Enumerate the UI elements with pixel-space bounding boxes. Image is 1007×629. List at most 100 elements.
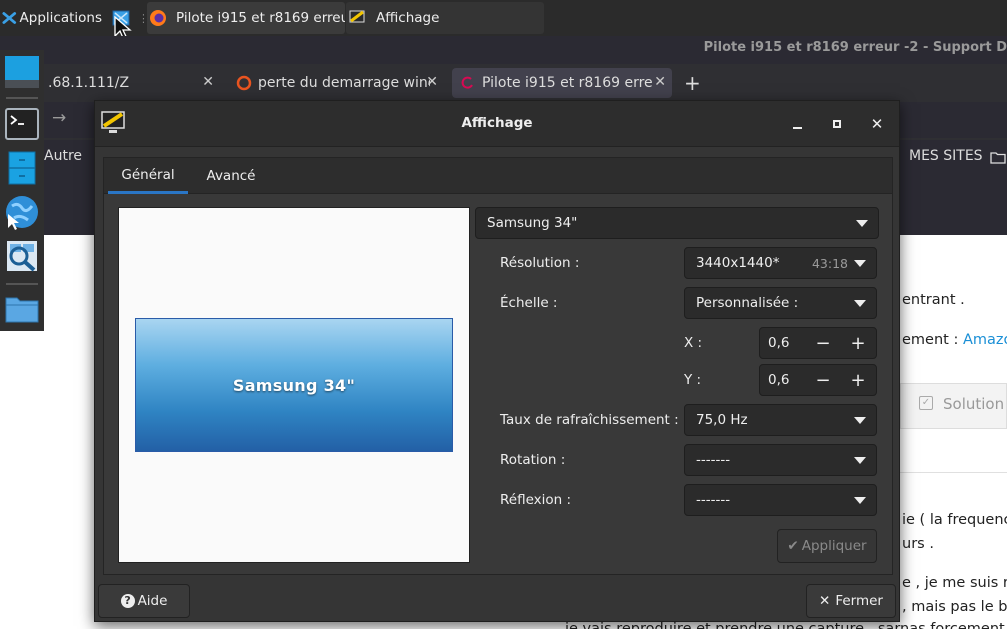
scale-value: Personnalisée :: [696, 295, 799, 311]
help-icon: ?: [120, 594, 135, 608]
apply-button[interactable]: ✔ Appliquer: [777, 529, 877, 563]
refresh-rate-select[interactable]: 75,0 Hz: [684, 404, 877, 436]
monitor-preview-area: Samsung 34": [118, 207, 470, 563]
terminal-icon[interactable]: [4, 106, 40, 142]
close-icon: ✕: [870, 115, 884, 133]
close-icon[interactable]: ✕: [202, 74, 214, 90]
forward-icon[interactable]: →: [52, 108, 66, 128]
browser-tab-label: .68.1.111/Z: [48, 75, 130, 91]
dialog-header: Affichage ✕: [95, 101, 899, 147]
scale-x-value[interactable]: 0,6: [768, 335, 789, 351]
browser-tab-label: Pilote i915 et r8169 erreu: [482, 75, 652, 91]
tab-strip: Général Avancé: [104, 158, 892, 194]
increment-button[interactable]: +: [841, 328, 875, 358]
scale-select[interactable]: Personnalisée :: [684, 287, 877, 319]
new-tab-button[interactable]: +: [684, 68, 706, 98]
scale-x-label: X :: [684, 335, 703, 351]
reflection-value: -------: [696, 492, 731, 508]
refresh-rate-value: 75,0 Hz: [696, 412, 748, 428]
chevron-down-icon: [854, 300, 866, 307]
browser-window-title: Pilote i915 et r8169 erreur -2 - Support…: [703, 40, 1007, 55]
solution-label: Solution: [943, 395, 1005, 413]
dialog-title: Affichage: [461, 115, 533, 131]
dock-separator: [6, 97, 38, 99]
bookmark-other[interactable]: Autre: [44, 148, 82, 164]
applications-label: Applications: [19, 10, 102, 26]
firefox-icon: [150, 10, 166, 26]
panel-separator-handle: ⋮: [138, 11, 144, 25]
page-text-line: ie ( la frequence: [902, 512, 1007, 528]
chevron-down-icon: [854, 260, 866, 267]
minimize-button[interactable]: [786, 113, 808, 135]
refresh-rate-label: Taux de rafraîchissement :: [500, 412, 679, 428]
checkmark-icon: ✔: [787, 538, 799, 554]
decrement-button[interactable]: −: [806, 365, 840, 395]
maximize-icon: [833, 120, 841, 128]
page-text-line: , mais pas le bur: [902, 599, 1007, 615]
page-text-line: ement : Amazon: [902, 332, 1007, 348]
dock-panel: [0, 50, 44, 331]
taskbar-item-label: Pilote i915 et r8169 erreu...: [176, 10, 345, 26]
applications-menu-button[interactable]: Applications: [2, 2, 102, 34]
display-settings-dialog: Affichage ✕ Général Avancé Samsung 34" S…: [94, 100, 900, 622]
bookmark-mes-sites[interactable]: MES SITES: [909, 148, 983, 164]
taskbar-item-affichage[interactable]: Affichage: [346, 2, 544, 34]
minimize-icon: [792, 127, 802, 129]
browser-tab[interactable]: perte du demarrage windo ✕: [228, 68, 444, 98]
close-button[interactable]: ✕: [866, 113, 888, 135]
page-text-line: entrant .: [902, 292, 965, 308]
rotation-value: -------: [696, 452, 731, 468]
maximize-button[interactable]: [826, 113, 848, 135]
tab-general[interactable]: Général: [108, 158, 188, 194]
desktop-icon[interactable]: [4, 54, 40, 90]
rotation-label: Rotation :: [500, 452, 566, 468]
folder-icon[interactable]: [4, 290, 40, 326]
browser-tab[interactable]: .68.1.111/Z ✕: [44, 68, 220, 98]
search-icon[interactable]: [4, 238, 40, 274]
browser-titlebar: Pilote i915 et r8169 erreur -2 - Support…: [0, 36, 1007, 64]
resolution-select[interactable]: 3440x1440* 43:18: [684, 247, 877, 279]
scale-x-spinner[interactable]: 0,6 − +: [759, 327, 877, 359]
close-label: Fermer: [835, 593, 883, 609]
scale-y-spinner[interactable]: 0,6 − +: [759, 364, 877, 396]
display-app-icon: [349, 10, 365, 23]
rotation-select[interactable]: -------: [684, 444, 877, 476]
scale-label: Échelle :: [500, 295, 558, 311]
file-cabinet-icon[interactable]: [4, 150, 40, 186]
scale-y-label: Y :: [684, 372, 702, 388]
ubuntu-icon: [236, 75, 252, 91]
tab-advanced[interactable]: Avancé: [194, 158, 268, 194]
browser-tab-active[interactable]: Pilote i915 et r8169 erreu ✕: [452, 68, 672, 98]
scale-y-value[interactable]: 0,6: [768, 372, 789, 388]
solution-button[interactable]: ✓ Solution: [900, 383, 1007, 429]
checkbox-icon: ✓: [919, 396, 933, 410]
amazon-link[interactable]: Amazon: [963, 332, 1007, 348]
resolution-value: 3440x1440*: [696, 255, 780, 271]
display-select-value: Samsung 34": [487, 215, 578, 231]
web-browser-globe-icon[interactable]: [4, 194, 40, 230]
folder-icon: [990, 152, 1006, 164]
monitor-preview[interactable]: Samsung 34": [135, 318, 453, 452]
chevron-down-icon: [854, 417, 866, 424]
close-dialog-button[interactable]: ✕ Fermer: [806, 584, 896, 618]
aspect-ratio: 43:18: [811, 256, 848, 271]
apply-label: Appliquer: [801, 538, 867, 554]
resolution-label: Résolution :: [500, 255, 580, 271]
decrement-button[interactable]: −: [806, 328, 840, 358]
monitor-name: Samsung 34": [232, 375, 356, 395]
settings-notebook: Général Avancé Samsung 34" Samsung 34" R…: [103, 157, 893, 575]
display-select[interactable]: Samsung 34": [475, 207, 879, 239]
xfce-logo-icon: [2, 12, 17, 24]
increment-button[interactable]: +: [841, 365, 875, 395]
close-icon[interactable]: ✕: [654, 74, 666, 90]
close-icon[interactable]: ✕: [426, 74, 438, 90]
debian-icon: [461, 76, 473, 89]
page-text-line: urs .: [902, 536, 934, 552]
chevron-down-icon: [856, 220, 868, 227]
reflection-label: Réflexion :: [500, 492, 572, 508]
page-text-line: e , je me suis ret: [902, 575, 1007, 591]
reflection-select[interactable]: -------: [684, 484, 877, 516]
help-button[interactable]: ? Aide: [98, 584, 190, 618]
top-panel: Applications ⋮ Pilote i915 et r8169 erre…: [0, 0, 1007, 36]
taskbar-item-firefox[interactable]: Pilote i915 et r8169 erreu...: [147, 2, 345, 34]
